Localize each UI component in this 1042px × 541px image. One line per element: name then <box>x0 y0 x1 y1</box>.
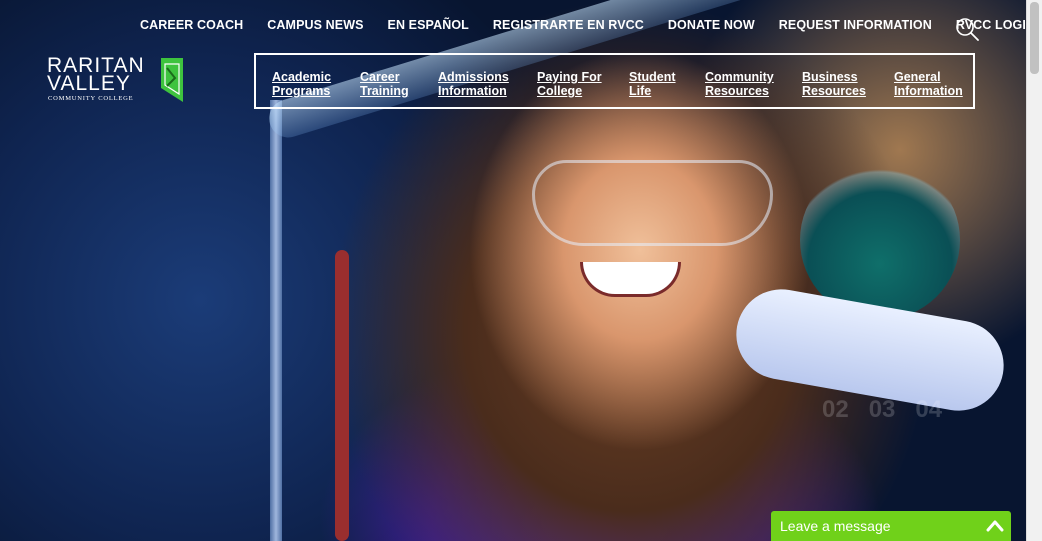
college-logo[interactable]: RARITAN VALLEY COMMUNITY COLLEGE <box>47 54 187 108</box>
slide-indicator[interactable]: 04 <box>915 396 942 424</box>
nav-label: Paying For <box>537 70 602 84</box>
nav-label: Business <box>802 70 858 84</box>
nav-label: Information <box>894 84 963 98</box>
en-espanol-link[interactable]: EN ESPAÑOL <box>388 18 469 32</box>
chat-label: Leave a message <box>780 518 891 534</box>
logo-mark-icon <box>161 58 183 102</box>
nav-career-training[interactable]: Career Training <box>360 70 440 98</box>
slider-indicators: 02 03 04 <box>822 396 942 424</box>
nav-academic-programs[interactable]: Academic Programs <box>272 70 352 98</box>
nav-label: Training <box>360 84 409 98</box>
nav-community-resources[interactable]: Community Resources <box>705 70 785 98</box>
slide-indicator[interactable]: 02 <box>822 396 849 424</box>
nav-label: Resources <box>705 84 769 98</box>
lab-stand <box>270 100 282 541</box>
lab-hose <box>335 250 349 541</box>
nav-label: Life <box>629 84 652 98</box>
career-coach-link[interactable]: CAREER COACH <box>140 18 243 32</box>
nav-student-life[interactable]: Student Life <box>629 70 709 98</box>
nav-label: Information <box>438 84 507 98</box>
page-scrollbar[interactable] <box>1026 0 1042 541</box>
utility-nav: CAREER COACH CAMPUS NEWS EN ESPAÑOL REGI… <box>140 18 1042 32</box>
nav-label: College <box>537 84 583 98</box>
search-icon[interactable] <box>955 17 979 41</box>
nav-business-resources[interactable]: Business Resources <box>802 70 882 98</box>
slide-indicator[interactable]: 03 <box>869 396 896 424</box>
logo-word-valley: VALLEY <box>47 72 131 95</box>
safety-goggles <box>532 160 773 246</box>
request-information-link[interactable]: REQUEST INFORMATION <box>779 18 932 32</box>
chat-widget[interactable]: Leave a message <box>771 511 1011 541</box>
nav-label: Admissions <box>438 70 509 84</box>
nav-label: Programs <box>272 84 331 98</box>
nav-paying-for-college[interactable]: Paying For College <box>537 70 617 98</box>
nav-label: Academic <box>272 70 332 84</box>
nav-label: Student <box>629 70 676 84</box>
nav-label: Career <box>360 70 400 84</box>
nav-general-information[interactable]: General Information <box>894 70 974 98</box>
donate-now-link[interactable]: DONATE NOW <box>668 18 755 32</box>
logo-subtitle: COMMUNITY COLLEGE <box>48 95 134 102</box>
scrollbar-thumb[interactable] <box>1030 2 1039 74</box>
chevron-up-icon[interactable] <box>986 517 1004 535</box>
student-smile <box>580 262 681 297</box>
nav-label: Resources <box>802 84 866 98</box>
nav-label: General <box>894 70 941 84</box>
nav-admissions-information[interactable]: Admissions Information <box>438 70 518 98</box>
nav-label: Community <box>705 70 774 84</box>
campus-news-link[interactable]: CAMPUS NEWS <box>267 18 363 32</box>
registrarte-link[interactable]: REGISTRARTE EN RVCC <box>493 18 644 32</box>
main-nav: Academic Programs Career Training Admissio… <box>254 53 975 109</box>
